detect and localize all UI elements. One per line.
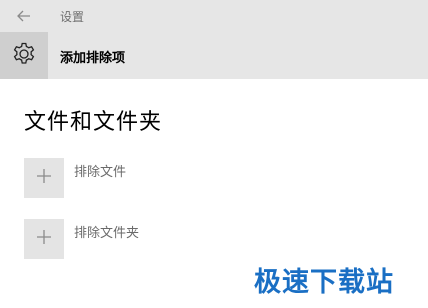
exclude-file-label[interactable]: 排除文件 [74, 161, 126, 180]
plus-icon-box[interactable] [24, 219, 64, 259]
watermark-text: 极速下载站 [254, 267, 394, 298]
window-title: 设置 [60, 10, 85, 24]
exclude-folder-label[interactable]: 排除文件夹 [74, 222, 139, 241]
plus-icon [36, 168, 52, 188]
exclude-file-button[interactable]: 排除文件 [24, 158, 284, 200]
page-title: 添加排除项 [60, 51, 126, 66]
plus-icon-box[interactable] [24, 158, 64, 198]
exclude-folder-button[interactable]: 排除文件夹 [24, 219, 284, 261]
gear-icon-box [0, 32, 48, 79]
section-title: 文件和文件夹 [24, 110, 163, 135]
back-button[interactable] [12, 7, 36, 25]
back-arrow-icon [17, 7, 31, 26]
title-bar: 设置 [0, 0, 428, 32]
gear-icon [11, 41, 37, 71]
page-header: 添加排除项 [0, 32, 428, 79]
plus-icon [36, 229, 52, 249]
